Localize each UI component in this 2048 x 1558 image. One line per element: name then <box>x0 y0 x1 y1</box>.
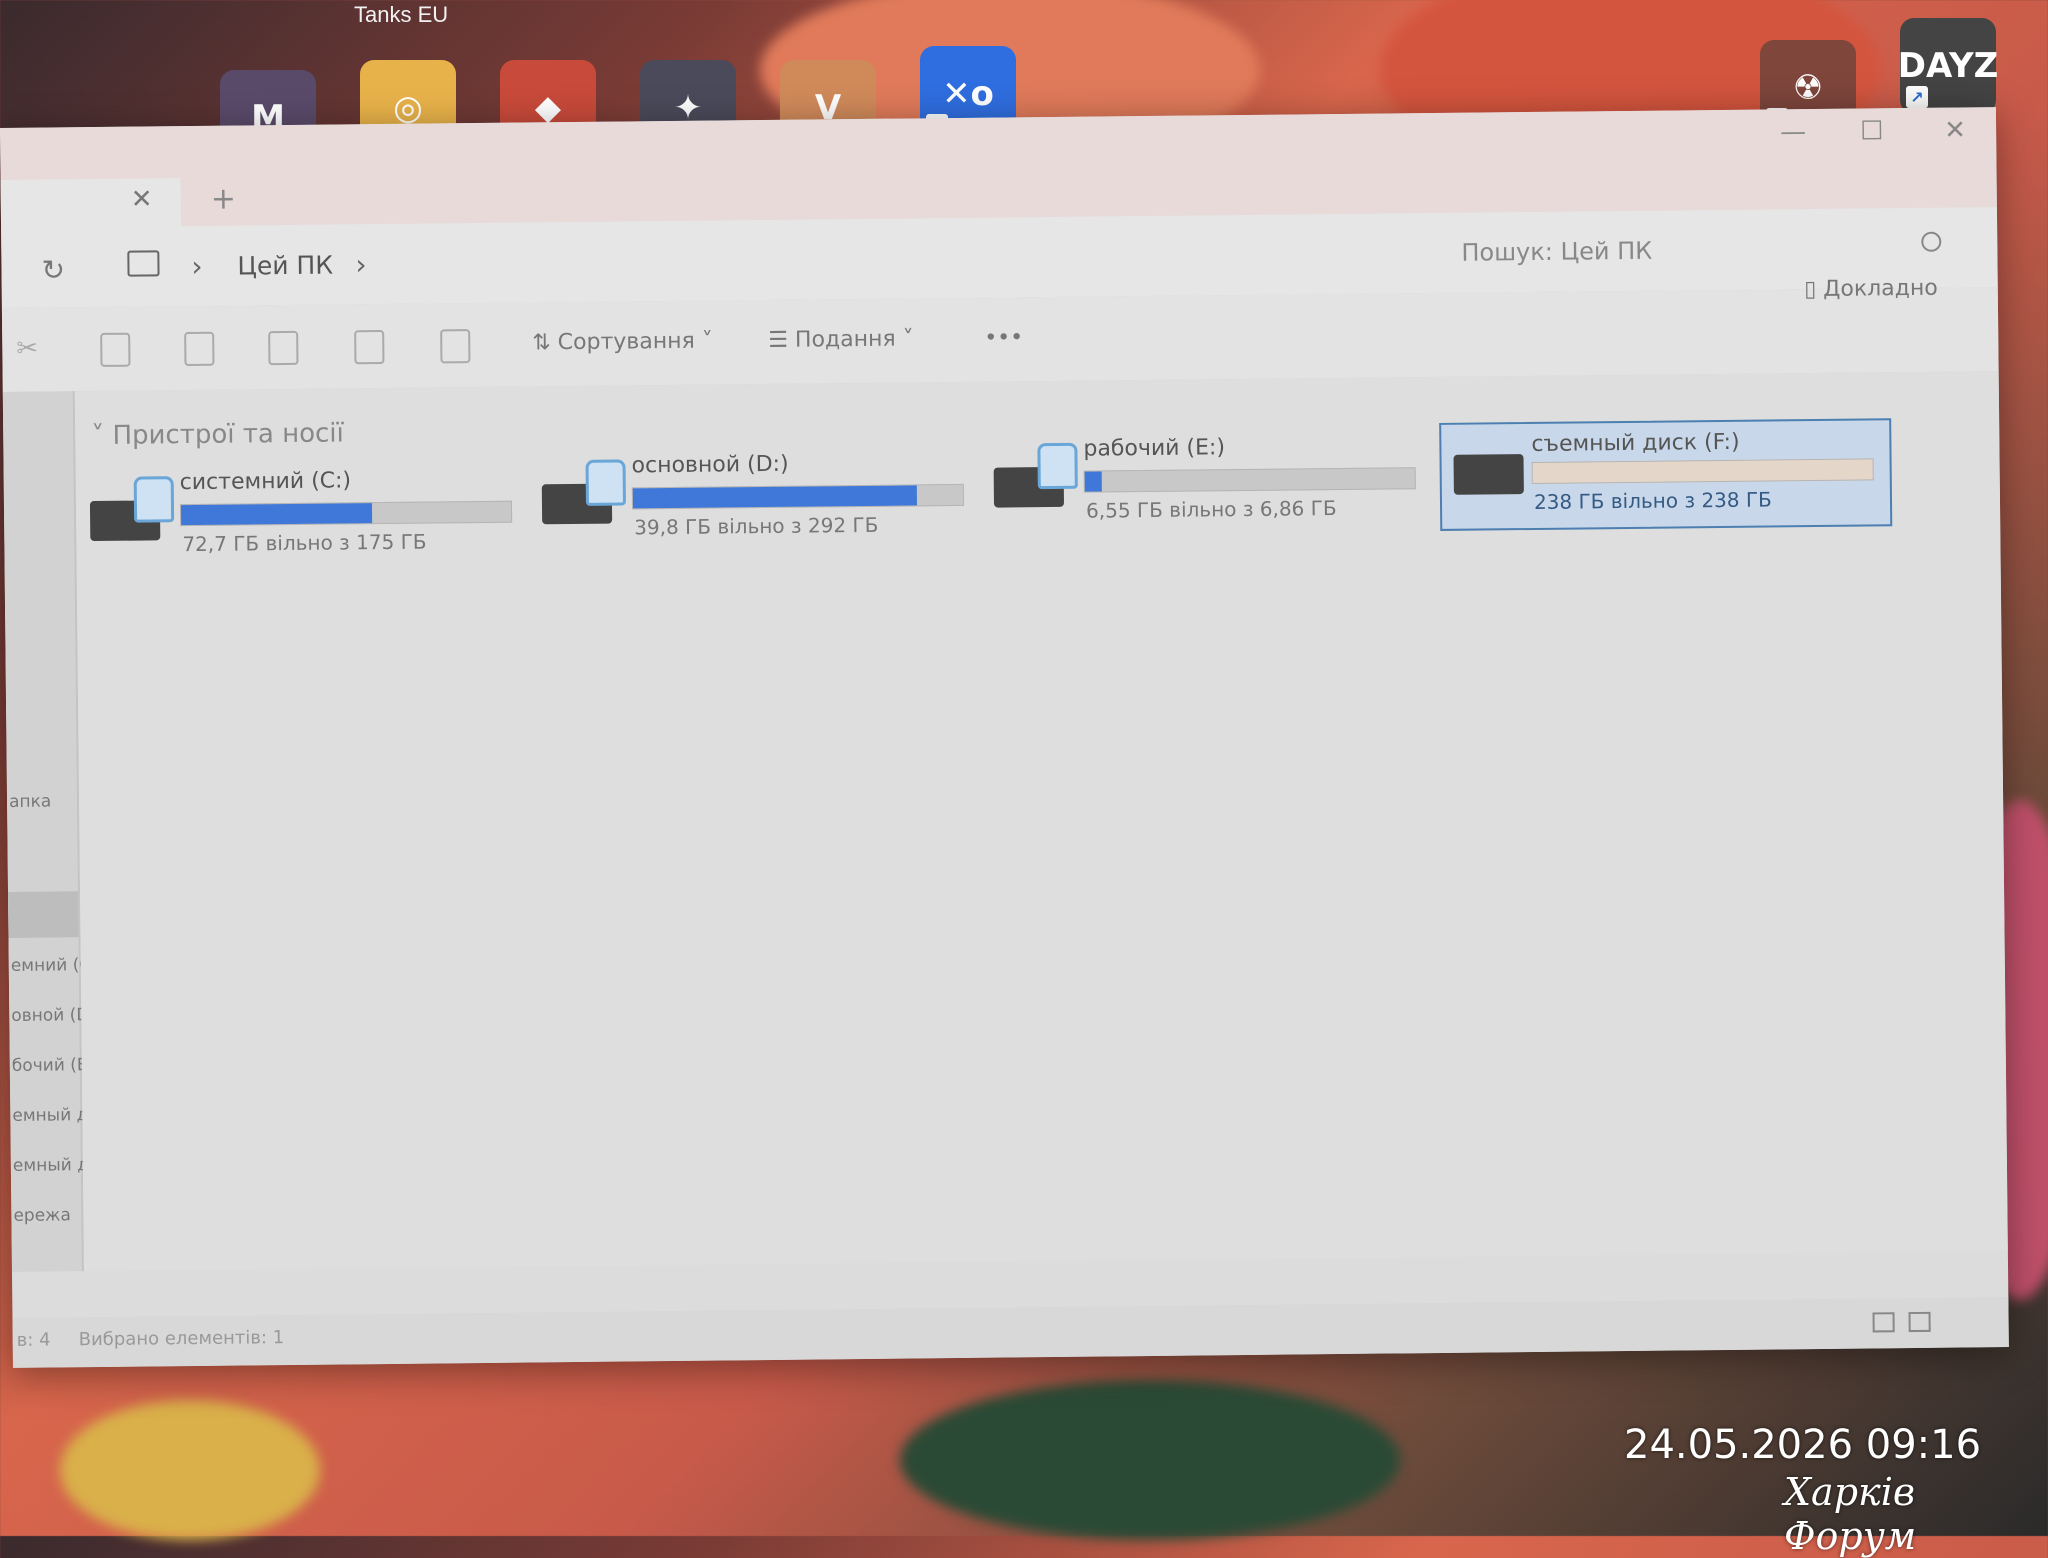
item-count: в: 4 <box>17 1330 51 1351</box>
maximize-button[interactable]: ☐ <box>1860 116 1884 146</box>
drive-tile-f[interactable]: съемный диск (F:) 238 ГБ вільно з 238 ГБ <box>1439 418 1892 531</box>
drive-usage-bar <box>632 484 964 509</box>
refresh-icon[interactable]: ↻ <box>41 253 65 286</box>
minimize-button[interactable]: — <box>1780 117 1806 147</box>
search-icon <box>1921 232 1941 252</box>
chevron-right-icon[interactable]: › <box>191 250 203 283</box>
sidebar-item-network[interactable]: ережа <box>13 1205 71 1226</box>
dayz-logo-text: DAYZ <box>1898 46 1999 86</box>
view-button[interactable]: ☰ Подання ˅ <box>768 326 914 353</box>
bitlocker-lock-icon <box>1037 443 1077 489</box>
more-options-button[interactable]: ••• <box>984 325 1023 350</box>
computer-icon[interactable] <box>127 250 159 276</box>
details-label: Докладно <box>1823 276 1938 302</box>
sort-label: Сортування <box>558 329 695 355</box>
rename-icon[interactable] <box>268 331 298 365</box>
file-explorer-window: ✕ + — ☐ ✕ ↻ › Цей ПК › Пошук: Цей ПК ▯ Д… <box>0 107 2009 1368</box>
drive-usage-bar <box>1532 458 1874 484</box>
drive-space-info: 6,55 ГБ вільно з 6,86 ГБ <box>1086 496 1337 523</box>
drive-tile-e[interactable]: рабочий (E:) 6,55 ГБ вільно з 6,86 ГБ <box>993 433 1414 533</box>
details-view-icon[interactable] <box>1873 1312 1895 1332</box>
bitlocker-lock-icon <box>586 459 626 505</box>
drive-usage-fill <box>633 485 917 508</box>
photo-watermark: Харків Форум <box>1784 1470 2048 1558</box>
sidebar-item-this-pc[interactable] <box>8 891 78 938</box>
removable-drive-icon <box>1454 454 1524 495</box>
close-button[interactable]: ✕ <box>1944 115 1966 145</box>
drive-tile-c[interactable]: системний (C:) 72,7 ГБ вільно з 175 ГБ <box>90 467 511 567</box>
copy-icon[interactable] <box>100 333 130 367</box>
drive-usage-fill <box>181 503 373 525</box>
tiles-view-icon[interactable] <box>1909 1312 1931 1332</box>
new-tab-button[interactable]: + <box>211 182 237 217</box>
tab-close-icon[interactable]: ✕ <box>131 184 153 214</box>
drive-usage-fill <box>1085 471 1102 491</box>
sidebar-item-drive-c[interactable]: емний (C <box>11 955 92 976</box>
chevron-right-icon[interactable]: › <box>355 248 367 281</box>
paste-icon[interactable] <box>184 332 214 366</box>
drive-usage-bar <box>1084 467 1416 492</box>
drive-name: съемный диск (F:) <box>1531 430 1739 457</box>
drive-space-info: 238 ГБ вільно з 238 ГБ <box>1534 487 1772 513</box>
view-label: Подання <box>795 327 896 353</box>
drive-space-info: 39,8 ГБ вільно з 292 ГБ <box>634 513 878 540</box>
photo-timestamp: 24.05.2026 09:16 <box>1624 1422 1981 1468</box>
sidebar-item-folder[interactable]: апка <box>9 792 51 812</box>
dayz-shortcut-icon[interactable]: DAYZ↗ <box>1900 18 1996 114</box>
drive-name: рабочий (E:) <box>1083 435 1225 461</box>
search-input[interactable]: Пошук: Цей ПК <box>1441 221 1962 278</box>
group-header-devices[interactable]: ˅ Пристрої та носії <box>91 418 344 451</box>
drive-name: системний (C:) <box>180 468 352 495</box>
bitlocker-lock-icon <box>134 476 174 522</box>
desktop-label-tanks: Tanks EU <box>354 2 448 28</box>
wallpaper-flower <box>60 1400 320 1540</box>
navigation-pane: апка емний (C овной (D:) бочий (E:) емны… <box>3 391 84 1272</box>
search-placeholder: Пошук: Цей ПК <box>1461 237 1652 267</box>
selected-count: Вибрано елементів: 1 <box>79 1327 285 1350</box>
tab-this-pc[interactable] <box>1 178 181 228</box>
share-icon[interactable] <box>354 330 384 364</box>
group-label: Пристрої та носії <box>112 418 344 450</box>
wallpaper-flower <box>900 1380 1400 1540</box>
drive-name: основной (D:) <box>631 452 788 479</box>
delete-icon[interactable] <box>440 329 470 363</box>
drive-usage-bar <box>180 501 512 526</box>
breadcrumb-this-pc[interactable]: Цей ПК <box>237 251 333 281</box>
content-pane: ˅ Пристрої та носії системний (C:) 72,7 … <box>75 371 2008 1271</box>
status-bar: в: 4 Вибрано елементів: 1 <box>12 1297 2008 1368</box>
drive-tile-d[interactable]: основной (D:) 39,8 ГБ вільно з 292 ГБ <box>541 450 962 550</box>
details-button[interactable]: ▯ Докладно <box>1804 276 1938 302</box>
drive-space-info: 72,7 ГБ вільно з 175 ГБ <box>182 530 426 557</box>
sort-button[interactable]: ⇅ Сортування ˅ <box>532 329 713 356</box>
cut-icon[interactable]: ✂ <box>16 334 42 364</box>
